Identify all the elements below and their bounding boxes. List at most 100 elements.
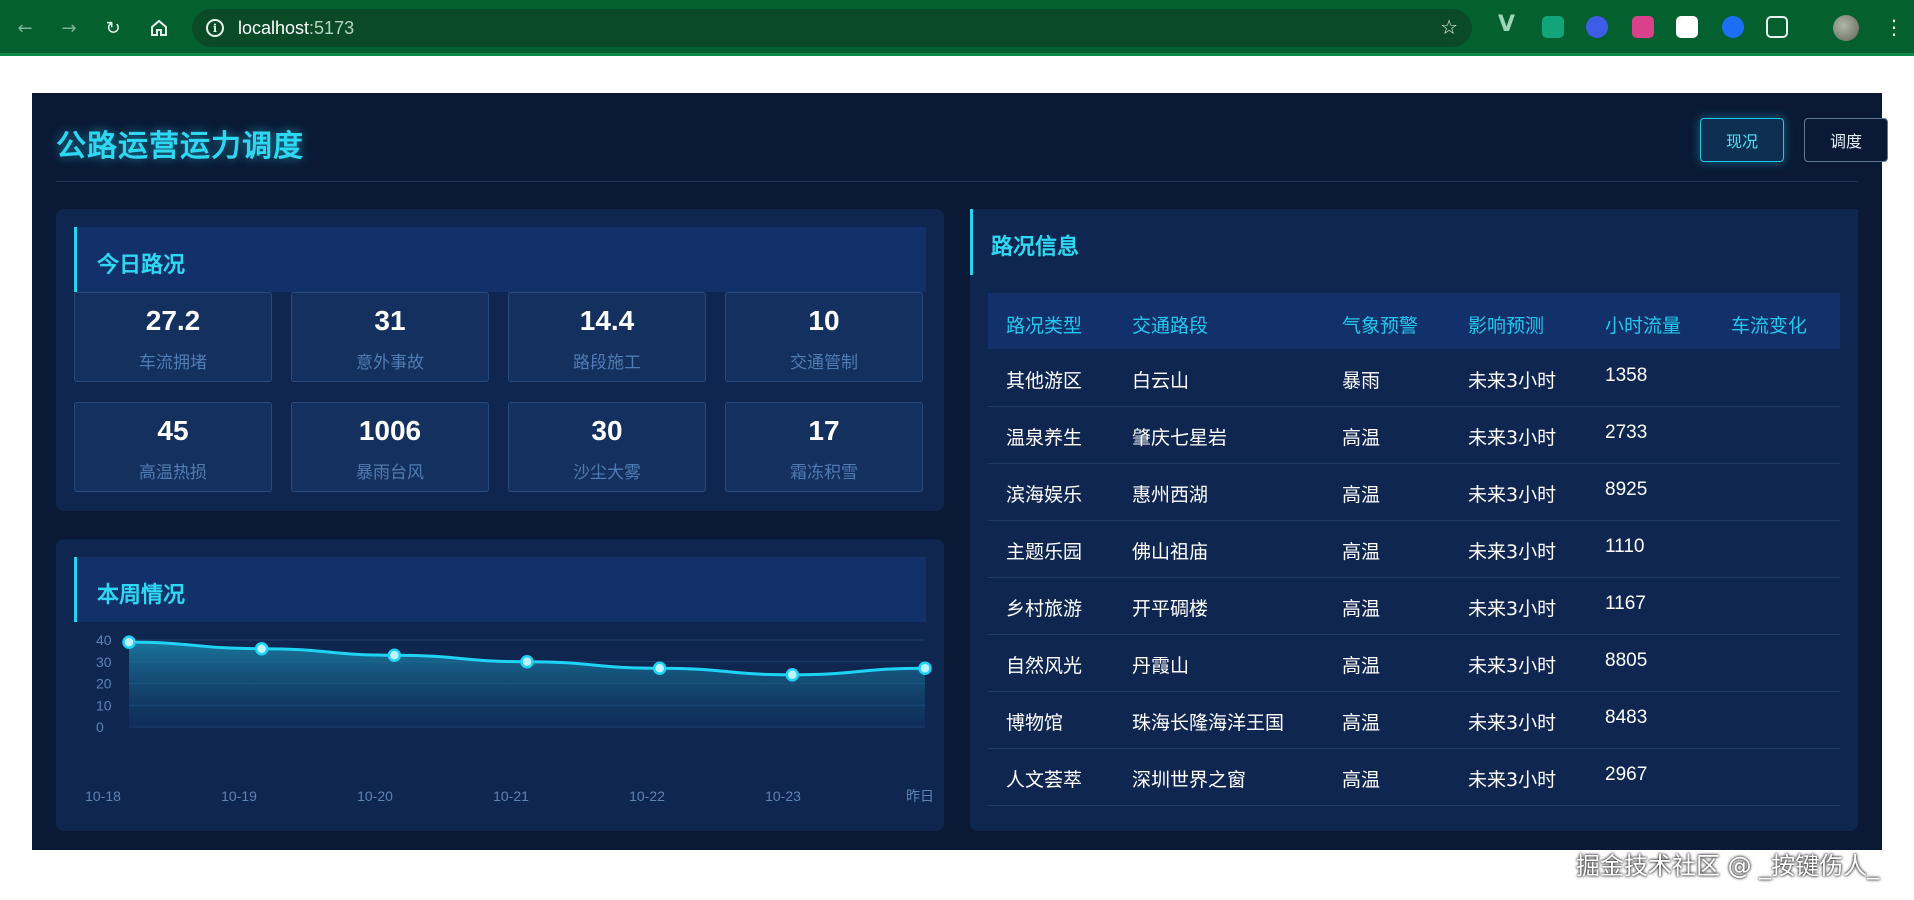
- extension-v-icon[interactable]: V: [1498, 12, 1520, 37]
- stat-label: 交通管制: [790, 353, 858, 373]
- extension-s-icon[interactable]: [1676, 16, 1698, 38]
- column-header[interactable]: 交通路段: [1132, 311, 1208, 338]
- reload-icon[interactable]: ↻: [100, 15, 126, 41]
- x-tick-label: 10-21: [493, 788, 529, 804]
- y-tick-label: 30: [96, 654, 112, 670]
- browser-toolbar: ← → ↻ i localhost:5173 ☆ V ⋮: [0, 0, 1914, 56]
- stat-value: 45: [157, 415, 189, 446]
- data-point[interactable]: [122, 635, 136, 649]
- stat-label: 暴雨台风: [356, 463, 424, 483]
- table-cell: 温泉养生: [1006, 427, 1083, 449]
- extension-bot-icon[interactable]: [1722, 16, 1744, 38]
- table-cell: 高温: [1342, 484, 1381, 506]
- road-info-title: 路况信息: [991, 235, 1080, 260]
- y-tick-label: 10: [96, 697, 112, 713]
- table-row[interactable]: 自然风光 丹霞山 高温 未来3小时 8805: [988, 635, 1840, 692]
- stat-card: 1006 暴雨台风: [291, 402, 489, 492]
- table-cell: 高温: [1342, 655, 1381, 677]
- x-tick-label: 10-19: [221, 788, 257, 804]
- extension-translate-icon[interactable]: [1632, 16, 1654, 38]
- forward-icon[interactable]: →: [56, 15, 82, 41]
- data-point[interactable]: [918, 661, 932, 676]
- table-cell: 佛山祖庙: [1132, 541, 1209, 563]
- address-bar[interactable]: i localhost:5173 ☆: [192, 9, 1472, 47]
- data-point[interactable]: [520, 655, 534, 669]
- column-header[interactable]: 路况类型: [1006, 311, 1082, 338]
- stat-card: 17 霜冻积雪: [725, 402, 923, 492]
- today-panel-title: 今日路况: [97, 253, 186, 278]
- stat-card: 10 交通管制: [725, 292, 923, 382]
- column-header[interactable]: 小时流量: [1605, 311, 1681, 338]
- table-cell: 人文荟萃: [1006, 769, 1083, 791]
- stat-value: 30: [591, 415, 623, 446]
- table-cell: 未来3小时: [1468, 598, 1557, 620]
- table-row[interactable]: 博物馆 珠海长隆海洋王国 高温 未来3小时 8483: [988, 692, 1840, 749]
- table-cell: 高温: [1342, 598, 1381, 620]
- stat-card: 14.4 路段施工: [508, 292, 706, 382]
- table-cell: 未来3小时: [1468, 541, 1557, 563]
- url-text: localhost:5173: [238, 17, 355, 38]
- week-chart: 40 30 20 10 0 10-18 10-19 10-20 10-21 10-22 10-23 昨…: [85, 632, 934, 804]
- table-cell: 1358: [1605, 365, 1648, 386]
- table-row[interactable]: 滨海娱乐 惠州西湖 高温 未来3小时 8925: [988, 464, 1840, 521]
- table-cell: 深圳世界之窗: [1132, 769, 1247, 791]
- column-header[interactable]: 影响预测: [1468, 311, 1544, 338]
- stat-label: 路段施工: [573, 353, 641, 373]
- browser-menu-icon[interactable]: ⋮: [1884, 14, 1904, 40]
- extension-gpt-icon[interactable]: [1542, 16, 1564, 38]
- week-panel: 本周情况 40 30 20 10 0 10-18 10-19 10-20 10-21 10-22 1…: [56, 539, 944, 831]
- table-row[interactable]: 其他游区 白云山 暴雨 未来3小时 1358: [988, 350, 1840, 407]
- table-cell: 丹霞山: [1132, 655, 1190, 677]
- y-tick-label: 20: [96, 676, 112, 692]
- table-cell: 高温: [1342, 769, 1381, 791]
- stat-card: 45 高温热损: [74, 402, 272, 492]
- table-cell: 高温: [1342, 427, 1381, 449]
- table-cell: 8805: [1605, 650, 1648, 671]
- table-cell: 暴雨: [1342, 370, 1381, 392]
- data-point[interactable]: [254, 641, 269, 656]
- series-area: [129, 642, 925, 727]
- today-panel-header: 今日路况: [74, 227, 926, 292]
- table-cell: 开平碉楼: [1132, 598, 1209, 620]
- x-tick-label: 10-18: [85, 788, 121, 804]
- stat-label: 意外事故: [356, 353, 424, 373]
- column-header[interactable]: 车流变化: [1731, 311, 1807, 338]
- today-panel: 今日路况 27.2 车流拥堵 31 意外事故 14.4 路段施工 10 交通管制…: [56, 209, 944, 511]
- extension-link-icon[interactable]: [1586, 16, 1608, 38]
- table-cell: 白云山: [1132, 370, 1190, 392]
- dashboard-header: 公路运营运力调度 现况 调度: [56, 93, 1888, 182]
- table-cell: 8483: [1605, 707, 1648, 728]
- table-cell: 1110: [1605, 536, 1645, 557]
- y-tick-label: 0: [96, 719, 104, 735]
- stat-label: 霜冻积雪: [790, 463, 858, 483]
- table-cell: 高温: [1342, 541, 1381, 563]
- x-tick-label: 10-22: [629, 788, 665, 804]
- table-row[interactable]: 乡村旅游 开平碉楼 高温 未来3小时 1167: [988, 578, 1840, 635]
- watermark: 掘金技术社区 @ _按键伤人_: [1576, 852, 1880, 880]
- table-cell: 未来3小时: [1468, 427, 1557, 449]
- table-row[interactable]: 人文荟萃 深圳世界之窗 高温 未来3小时 2967: [988, 749, 1840, 806]
- table-cell: 未来3小时: [1468, 712, 1557, 734]
- status-tab-button[interactable]: 现况: [1700, 118, 1784, 162]
- table-cell: 2733: [1605, 422, 1648, 443]
- table-cell: 8925: [1605, 479, 1648, 500]
- back-icon[interactable]: ←: [12, 15, 38, 41]
- dispatch-tab-button[interactable]: 调度: [1804, 118, 1888, 162]
- data-point[interactable]: [785, 668, 800, 682]
- site-info-icon[interactable]: i: [206, 19, 224, 37]
- table-row[interactable]: 温泉养生 肇庆七星岩 高温 未来3小时 2733: [988, 407, 1840, 464]
- home-icon[interactable]: [146, 15, 172, 41]
- stat-label: 车流拥堵: [139, 353, 207, 373]
- data-point[interactable]: [652, 661, 667, 676]
- x-tick-label: 10-23: [765, 788, 801, 804]
- table-cell: 未来3小时: [1468, 655, 1557, 677]
- bookmark-star-icon[interactable]: ☆: [1440, 15, 1458, 39]
- stat-card: 30 沙尘大雾: [508, 402, 706, 492]
- table-cell: 乡村旅游: [1006, 598, 1083, 620]
- extensions-puzzle-icon[interactable]: [1766, 16, 1788, 38]
- table-row[interactable]: 主题乐园 佛山祖庙 高温 未来3小时 1110: [988, 521, 1840, 578]
- dashboard: 公路运营运力调度 现况 调度 今日路况 27.2 车流拥堵 31 意外事故 14…: [32, 93, 1888, 850]
- column-header[interactable]: 气象预警: [1342, 311, 1418, 338]
- data-point[interactable]: [387, 648, 402, 662]
- profile-avatar[interactable]: [1833, 15, 1859, 41]
